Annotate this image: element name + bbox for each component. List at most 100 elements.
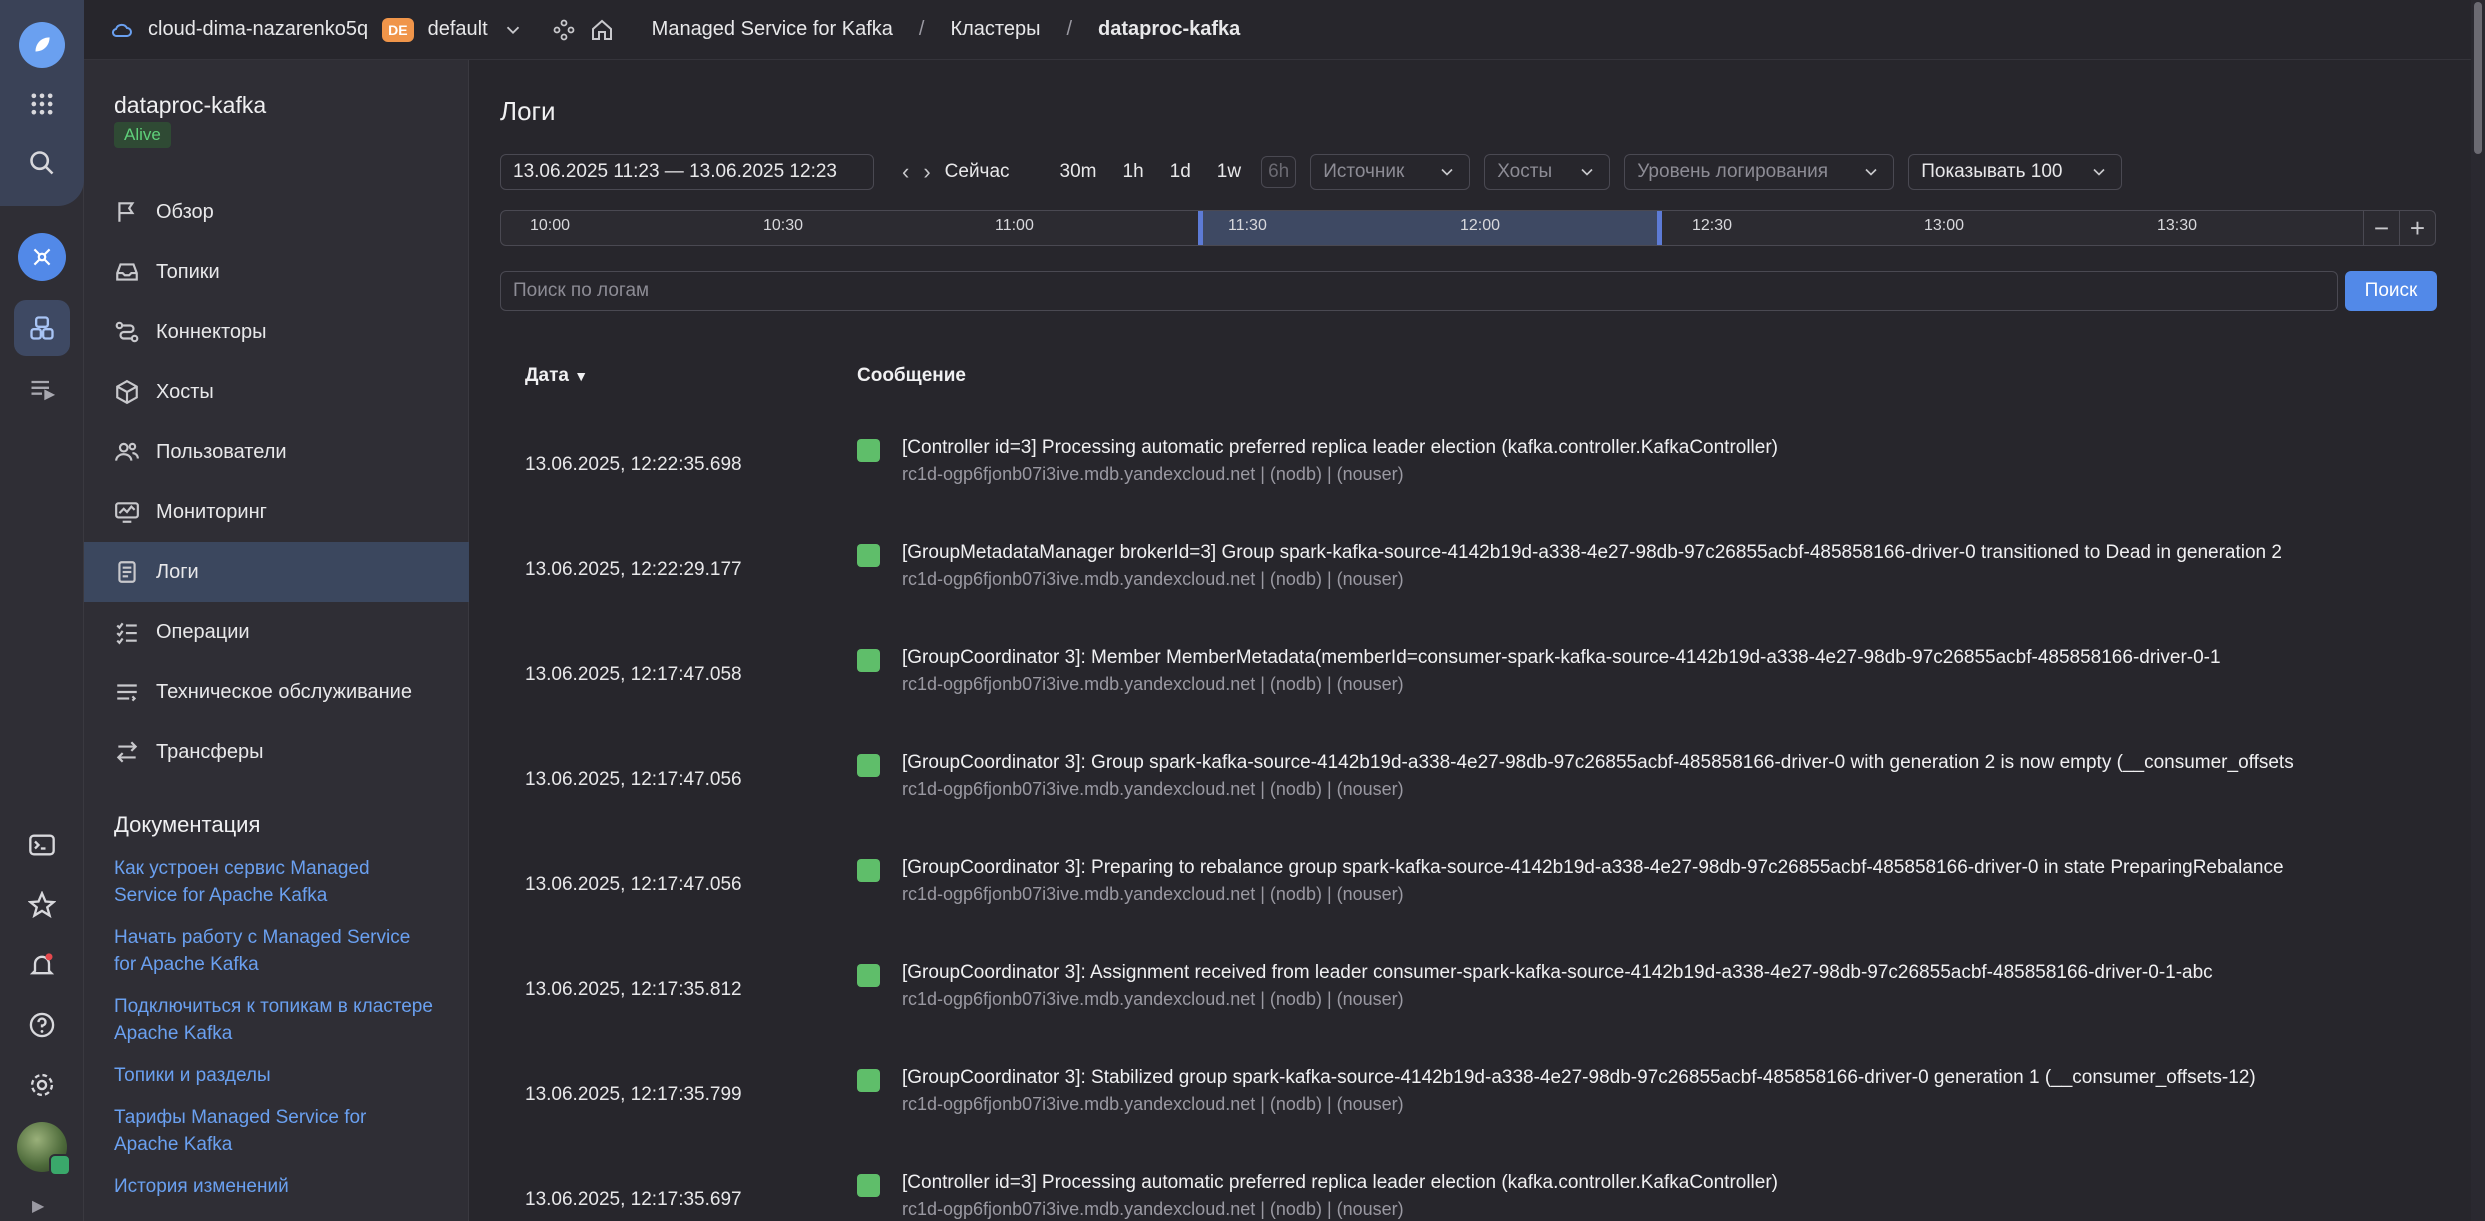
cloud-name[interactable]: cloud-dima-nazarenko5q bbox=[148, 18, 368, 41]
log-meta: rc1d-ogp6fjonb07i3ive.mdb.yandexcloud.ne… bbox=[902, 884, 1404, 904]
log-level-indicator bbox=[857, 859, 880, 882]
sidebar-item-operations[interactable]: Операции bbox=[84, 602, 469, 662]
chevron-down-icon[interactable] bbox=[502, 19, 524, 41]
log-date: 13.06.2025, 12:17:35.697 bbox=[525, 1189, 742, 1210]
cloud-logo-icon[interactable] bbox=[19, 22, 65, 68]
timeline-tick: 11:00 bbox=[995, 217, 1034, 234]
inbox-icon bbox=[116, 263, 138, 281]
page-scrollbar[interactable] bbox=[2471, 0, 2485, 1221]
log-message: [GroupCoordinator 3]: Preparing to rebal… bbox=[902, 857, 2284, 878]
sidebar-item-label: Операции bbox=[156, 620, 250, 643]
docs-link[interactable]: Как устроен сервис Managed Service for A… bbox=[114, 855, 434, 909]
kafka-service-icon[interactable] bbox=[18, 233, 66, 281]
sidebar-item-label: Мониторинг bbox=[156, 500, 267, 523]
date-range-input[interactable]: 13.06.2025 11:23 — 13.06.2025 12:23 bbox=[500, 154, 874, 190]
timeline-tick: 12:30 bbox=[1692, 217, 1733, 234]
chevron-left-icon[interactable]: ‹ bbox=[902, 159, 909, 185]
docs-link[interactable]: Начать работу с Managed Service for Apac… bbox=[114, 924, 434, 978]
range-1w-button[interactable]: 1w bbox=[1211, 161, 1247, 183]
sidebar-item-hosts[interactable]: Хосты bbox=[84, 362, 469, 422]
bell-icon[interactable] bbox=[22, 945, 62, 985]
docs-link[interactable]: Подключиться к топикам в кластере Apache… bbox=[114, 993, 434, 1047]
log-level-select[interactable]: Уровень логирования bbox=[1624, 154, 1895, 190]
docs-link[interactable]: История изменений bbox=[114, 1173, 434, 1200]
hosts-select-placeholder: Хосты bbox=[1497, 161, 1553, 182]
breadcrumb-separator: / bbox=[1066, 18, 1073, 40]
clusters-icon[interactable] bbox=[22, 308, 62, 348]
range-1h-button[interactable]: 1h bbox=[1117, 161, 1150, 183]
sidebar-item-label: Пользователи bbox=[156, 440, 287, 463]
gear-icon[interactable] bbox=[22, 1065, 62, 1105]
timeline-selection[interactable] bbox=[1198, 211, 1662, 245]
log-level-indicator bbox=[857, 964, 880, 987]
sidebar-item-connectors[interactable]: Коннекторы bbox=[84, 302, 469, 362]
search-button[interactable]: Поиск bbox=[2345, 271, 2437, 311]
log-row[interactable]: 13.06.2025, 12:17:35.812 [GroupCoordinat… bbox=[470, 958, 2436, 1063]
chevron-right-icon[interactable]: › bbox=[923, 159, 930, 185]
timeline-tick: 13:00 bbox=[1924, 217, 1965, 234]
playlist-icon[interactable] bbox=[22, 369, 62, 409]
chevron-down-icon bbox=[2093, 168, 2105, 176]
column-header-date-label: Дата bbox=[525, 365, 569, 386]
breadcrumb-clusters[interactable]: Кластеры bbox=[950, 18, 1040, 41]
range-6h-button[interactable]: 6h bbox=[1261, 156, 1297, 188]
log-message: [GroupMetadataManager brokerId=3] Group … bbox=[902, 542, 2282, 563]
log-message: [Controller id=3] Processing automatic p… bbox=[902, 1172, 1779, 1193]
services-icon[interactable] bbox=[552, 18, 576, 42]
sidebar-item-label: Техническое обслуживание bbox=[156, 680, 412, 703]
log-row[interactable]: 13.06.2025, 12:17:47.056 [GroupCoordinat… bbox=[470, 853, 2436, 958]
column-header-date[interactable]: Дата ▼ bbox=[525, 365, 588, 387]
user-avatar[interactable] bbox=[17, 1122, 71, 1176]
hosts-select[interactable]: Хосты bbox=[1484, 154, 1611, 190]
folder-name[interactable]: default bbox=[428, 18, 488, 41]
log-meta: rc1d-ogp6fjonb07i3ive.mdb.yandexcloud.ne… bbox=[902, 464, 1404, 484]
search-icon[interactable] bbox=[22, 143, 62, 183]
star-icon[interactable] bbox=[22, 885, 62, 925]
page-title: Логи bbox=[500, 96, 556, 126]
log-row[interactable]: 13.06.2025, 12:17:47.058 [GroupCoordinat… bbox=[470, 643, 2436, 748]
expand-rail-icon[interactable]: ▶ bbox=[32, 1196, 44, 1216]
flag-icon bbox=[118, 202, 135, 222]
docs-title: Документация bbox=[114, 812, 261, 837]
help-icon[interactable] bbox=[22, 1005, 62, 1045]
range-30m-button[interactable]: 30m bbox=[1054, 161, 1103, 183]
docs-link[interactable]: Тарифы Managed Service for Apache Kafka bbox=[114, 1104, 434, 1158]
docs-link[interactable]: Топики и разделы bbox=[114, 1062, 434, 1089]
sidebar-nav: Обзор Топики Коннекторы Хосты Пользовате… bbox=[84, 182, 469, 782]
sidebar-item-monitoring[interactable]: Мониторинг bbox=[84, 482, 469, 542]
log-search-input[interactable]: Поиск по логам bbox=[500, 271, 2338, 311]
range-1d-button[interactable]: 1d bbox=[1164, 161, 1197, 183]
sidebar-item-label: Топики bbox=[156, 260, 220, 283]
sidebar-item-transfers[interactable]: Трансферы bbox=[84, 722, 469, 782]
zoom-in-icon[interactable]: + bbox=[2399, 211, 2435, 245]
log-row[interactable]: 13.06.2025, 12:17:35.799 [GroupCoordinat… bbox=[470, 1063, 2436, 1168]
log-row[interactable]: 13.06.2025, 12:22:29.177 [GroupMetadataM… bbox=[470, 538, 2436, 643]
timeline[interactable]: 10:00 10:30 11:00 11:30 12:00 12:30 13:0… bbox=[500, 210, 2436, 246]
cube-icon bbox=[116, 379, 138, 405]
zoom-out-icon[interactable]: − bbox=[2363, 211, 2399, 245]
top-bar: cloud-dima-nazarenko5q DE default Manage… bbox=[84, 0, 2485, 60]
source-select[interactable]: Источник bbox=[1310, 154, 1471, 190]
sidebar-item-topics[interactable]: Топики bbox=[84, 242, 469, 302]
log-row[interactable]: 13.06.2025, 12:17:35.697 [Controller id=… bbox=[470, 1168, 2436, 1221]
log-level-indicator bbox=[857, 754, 880, 777]
home-icon[interactable] bbox=[590, 18, 614, 42]
breadcrumb-service[interactable]: Managed Service for Kafka bbox=[652, 18, 893, 41]
sidebar-item-logs[interactable]: Логи bbox=[84, 542, 469, 602]
sidebar-item-label: Трансферы bbox=[156, 740, 264, 763]
log-message: [GroupCoordinator 3]: Member MemberMetad… bbox=[902, 647, 2221, 668]
sidebar-item-maintenance[interactable]: Техническое обслуживание bbox=[84, 662, 469, 722]
log-message: [GroupCoordinator 3]: Group spark-kafka-… bbox=[902, 752, 2294, 773]
terminal-icon[interactable] bbox=[22, 825, 62, 865]
now-button[interactable]: Сейчас bbox=[945, 161, 1010, 183]
sidebar-item-users[interactable]: Пользователи bbox=[84, 422, 469, 482]
apps-grid-icon[interactable] bbox=[22, 84, 62, 124]
log-level-indicator bbox=[857, 649, 880, 672]
maintenance-icon bbox=[117, 684, 137, 702]
log-row[interactable]: 13.06.2025, 12:22:35.698 [Controller id=… bbox=[470, 433, 2436, 538]
scrollbar-thumb[interactable] bbox=[2474, 2, 2482, 154]
log-row[interactable]: 13.06.2025, 12:17:47.056 [GroupCoordinat… bbox=[470, 748, 2436, 853]
page-size-select[interactable]: Показывать 100 bbox=[1908, 154, 2123, 190]
sidebar-item-overview[interactable]: Обзор bbox=[84, 182, 469, 242]
cloud-icon bbox=[112, 23, 132, 37]
